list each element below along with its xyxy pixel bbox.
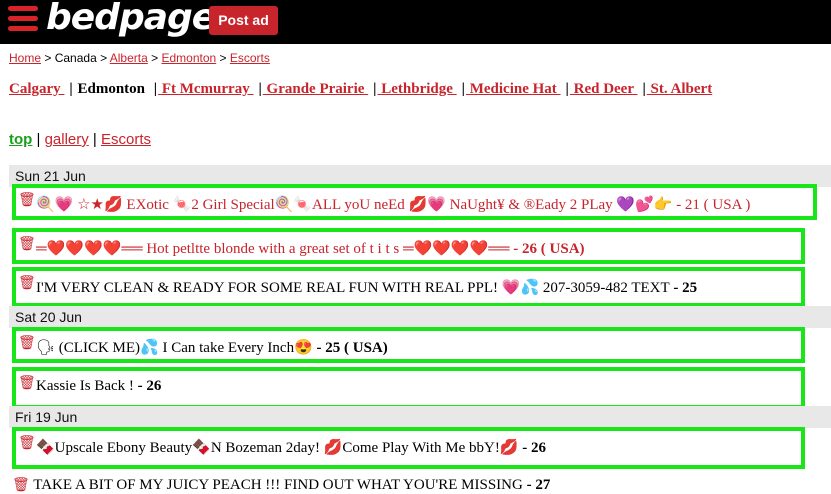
trash-icon[interactable]: 🗑 <box>18 435 36 451</box>
breadcrumb-sep: > <box>216 51 230 65</box>
listing-title-text: ═❤️❤️❤️❤️══ Hot petltte blonde with a gr… <box>36 241 510 257</box>
gallery-link[interactable]: gallery <box>45 131 89 148</box>
view-links: top | gallery | Escorts <box>9 131 151 148</box>
date-header: Sat 20 Jun <box>9 306 831 328</box>
listing-meta: - 26 ( USA) <box>509 241 585 257</box>
city-sep: | <box>373 81 377 97</box>
breadcrumb-sep: > <box>41 51 55 65</box>
city-sep: | <box>642 81 646 97</box>
breadcrumb-sep: > <box>147 51 162 65</box>
date-label: Sat 20 Jun <box>15 309 82 325</box>
top-bar: bedpage Post ad <box>0 0 831 44</box>
city-sep: | <box>565 81 569 97</box>
listing-row[interactable]: 🗑 I'M VERY CLEAN & READY FOR SOME REAL F… <box>12 267 805 307</box>
city-grande-prairie[interactable]: Grande Prairie <box>263 81 368 97</box>
view-sep: | <box>32 131 45 148</box>
trash-icon[interactable]: 🗑 <box>18 375 36 391</box>
date-header: Fri 19 Jun <box>9 406 831 428</box>
trash-icon[interactable]: 🗑 <box>18 275 36 291</box>
view-sep: | <box>88 131 101 148</box>
listing-meta: - 25 <box>669 280 698 296</box>
listing-title[interactable]: ═❤️❤️❤️❤️══ Hot petltte blonde with a gr… <box>36 239 585 258</box>
trash-icon[interactable]: 🗑 <box>18 192 36 208</box>
top-link[interactable]: top <box>9 131 32 148</box>
listing-title-text: Kassie Is Back ! <box>36 378 134 394</box>
listing-row[interactable]: 🗑 Kassie Is Back ! - 26 <box>12 367 805 409</box>
city-lethbridge[interactable]: Lethbridge <box>377 81 456 97</box>
city-st-albert[interactable]: St. Albert <box>647 81 713 97</box>
listing-meta: - 27 <box>522 477 551 493</box>
trash-icon[interactable]: 🗑 <box>18 335 36 351</box>
listing-title[interactable]: I'M VERY CLEAN & READY FOR SOME REAL FUN… <box>36 278 697 297</box>
listing-row[interactable]: 🗑 🗣 (CLICK ME)💦 I Can take Every Inch😍 -… <box>12 327 805 363</box>
breadcrumb-canada: Canada <box>54 51 97 65</box>
listing-row[interactable]: 🗑 🍭💗 ☆★💋 EXotic 🍬2 Girl Special🍭🍬ALL yoU… <box>12 184 817 220</box>
listing-meta: - 26 <box>518 440 546 456</box>
breadcrumb-edmonton[interactable]: Edmonton <box>161 51 216 65</box>
city-sep: | <box>258 81 262 97</box>
breadcrumb: Home > Canada > Alberta > Edmonton > Esc… <box>9 51 270 65</box>
listing-meta: - 25 ( USA) <box>312 340 388 356</box>
city-sep: | <box>461 81 465 97</box>
listing-title-text[interactable]: TAKE A BIT OF MY JUICY PEACH !!! FIND OU… <box>33 477 523 493</box>
listing-meta: - 26 <box>133 378 162 394</box>
listing-row[interactable]: 🗑 ═❤️❤️❤️❤️══ Hot petltte blonde with a … <box>12 228 805 264</box>
listing-title[interactable]: 🍫Upscale Ebony Beauty🍫N Bozeman 2day! 💋C… <box>36 438 546 457</box>
listing-title-text: 🍫Upscale Ebony Beauty🍫N Bozeman 2day! 💋C… <box>36 440 519 456</box>
listing-row[interactable]: 🗑 🍫Upscale Ebony Beauty🍫N Bozeman 2day! … <box>12 427 805 469</box>
listing-title[interactable]: Kassie Is Back ! - 26 <box>36 378 161 395</box>
date-label: Fri 19 Jun <box>15 409 78 425</box>
listing-title[interactable]: 🍭💗 ☆★💋 EXotic 🍬2 Girl Special🍭🍬ALL yoU n… <box>36 195 750 214</box>
city-sep: | <box>69 81 73 97</box>
city-calgary[interactable]: Calgary <box>9 81 64 97</box>
listing-meta: - 21 ( USA ) <box>672 197 751 213</box>
listing-title-text: I'M VERY CLEAN & READY FOR SOME REAL FUN… <box>36 280 670 296</box>
listing-title-text: 🍭💗 ☆★💋 EXotic 🍬2 Girl Special🍭🍬ALL yoU n… <box>36 197 673 213</box>
city-edmonton-current: Edmonton <box>77 81 149 97</box>
breadcrumb-home[interactable]: Home <box>9 51 41 65</box>
trash-icon[interactable]: 🗑 <box>12 477 30 493</box>
city-sep: | <box>153 81 158 97</box>
listing-title[interactable]: 🗣 (CLICK ME)💦 I Can take Every Inch😍 - 2… <box>36 338 388 357</box>
post-ad-button[interactable]: Post ad <box>209 6 278 35</box>
site-logo[interactable]: bedpage <box>46 0 216 38</box>
escorts-link[interactable]: Escorts <box>101 131 151 148</box>
breadcrumb-sep: > <box>96 51 110 65</box>
city-ft-mcmurray[interactable]: Ft Mcmurray <box>158 81 253 97</box>
breadcrumb-escorts[interactable]: Escorts <box>230 51 270 65</box>
hamburger-menu-icon[interactable] <box>8 6 38 32</box>
date-label: Sun 21 Jun <box>15 168 86 184</box>
city-nav: Calgary | Edmonton | Ft Mcmurray | Grand… <box>9 81 712 98</box>
breadcrumb-alberta[interactable]: Alberta <box>110 51 148 65</box>
listing-row-partial[interactable]: 🗑 TAKE A BIT OF MY JUICY PEACH !!! FIND … <box>12 477 550 494</box>
city-red-deer[interactable]: Red Deer <box>570 81 638 97</box>
listing-title-text: 🗣 (CLICK ME)💦 I Can take Every Inch😍 <box>36 340 313 356</box>
trash-icon[interactable]: 🗑 <box>18 236 36 252</box>
city-medicine-hat[interactable]: Medicine Hat <box>466 81 561 97</box>
